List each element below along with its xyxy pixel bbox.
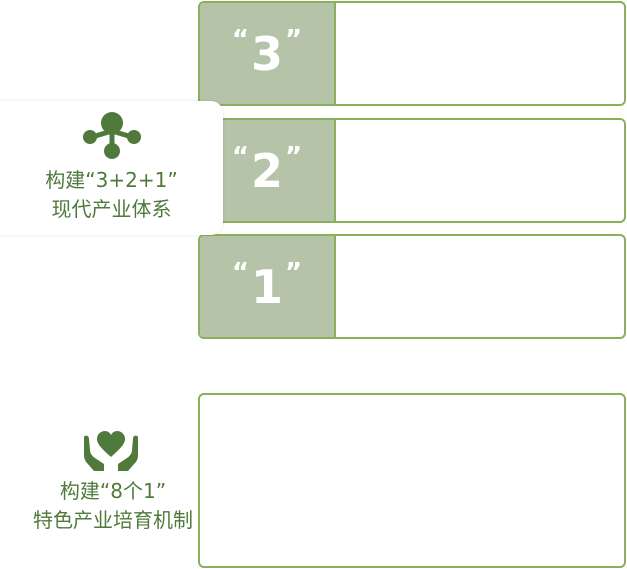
badge-number: 1 <box>250 259 283 314</box>
number-badge-3: “ 3 ” <box>200 3 336 104</box>
industry-item-1: “ 1 ” <box>198 234 626 339</box>
system-title-line1: 构建“3+2+1” <box>45 168 178 192</box>
open-quote: “ <box>231 257 249 288</box>
badge-number: 2 <box>250 143 283 198</box>
close-quote: ” <box>285 257 303 288</box>
open-quote: “ <box>231 24 249 55</box>
industry-item-3: “ 3 ” <box>198 1 626 106</box>
industry-item-2: “ 2 ” <box>198 118 626 223</box>
open-quote: “ <box>231 141 249 172</box>
mechanism-title-line1: 构建“8个1” <box>59 479 167 503</box>
molecule-network-icon <box>83 112 141 159</box>
badge-number: 3 <box>250 26 283 81</box>
system-title-line2: 现代产业体系 <box>51 197 172 221</box>
system-title: 构建“3+2+1” 现代产业体系 <box>0 166 223 224</box>
mechanism-title: 构建“8个1” 特色产业培育机制 <box>0 477 226 535</box>
mechanism-content-box <box>198 393 626 568</box>
number-badge-1: “ 1 ” <box>200 236 336 337</box>
close-quote: ” <box>285 141 303 172</box>
hands-holding-heart-icon <box>84 431 138 471</box>
close-quote: ” <box>285 24 303 55</box>
mechanism-title-line2: 特色产业培育机制 <box>33 508 193 532</box>
